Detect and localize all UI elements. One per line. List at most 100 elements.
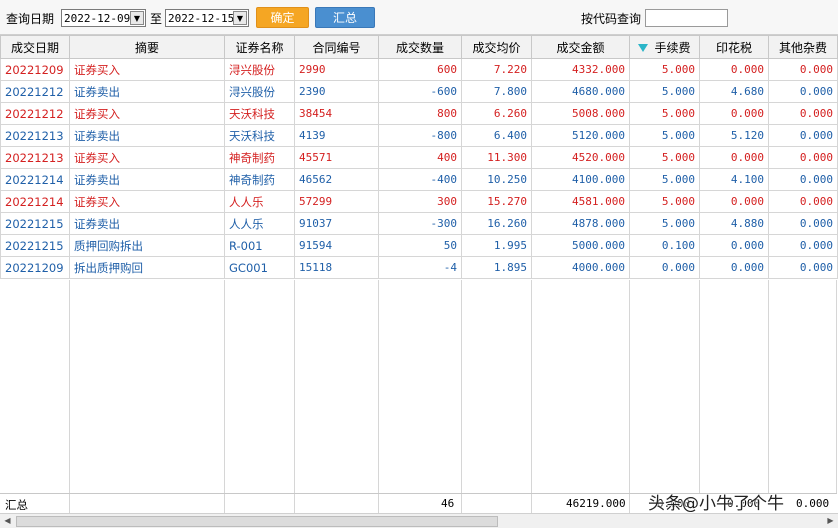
table-row[interactable]: 20221209 证券买入 浔兴股份 2990 600 7.220 4332.000 5.00… — [0, 58, 838, 81]
cell-security-name: 人人乐 — [224, 212, 295, 235]
cell-summary: 证券卖出 — [69, 212, 225, 235]
cell-summary: 质押回购拆出 — [69, 234, 225, 257]
cell-summary: 证券买入 — [69, 146, 225, 169]
scroll-left-icon[interactable]: ◀ — [1, 515, 14, 527]
col-header-summary[interactable]: 摘要 — [69, 35, 225, 59]
col-header-contract-no[interactable]: 合同编号 — [294, 35, 379, 59]
cell-fee: 5.000 — [629, 212, 700, 235]
cell-avg-price: 11.300 — [461, 146, 532, 169]
col-header-security-name[interactable]: 证券名称 — [224, 35, 295, 59]
cell-summary: 证券买入 — [69, 102, 225, 125]
cell-trade-date: 20221212 — [0, 80, 70, 103]
chevron-down-icon[interactable]: ▼ — [233, 11, 247, 25]
cell-stamp-tax: 4.680 — [699, 80, 769, 103]
cell-stamp-tax: 0.000 — [699, 234, 769, 257]
code-query-input[interactable] — [645, 9, 728, 27]
start-date-picker[interactable]: 2022-12-09 ▼ — [61, 9, 146, 27]
watermark-text: 头条@小牛了个牛 — [648, 494, 784, 514]
cell-quantity: 800 — [378, 102, 462, 125]
table-row[interactable]: 20221213 证券买入 神奇制药 45571 400 11.300 4520.000 5.… — [0, 146, 838, 169]
table-row[interactable]: 20221213 证券卖出 天沃科技 4139 -800 6.400 5120.000 5.0… — [0, 124, 838, 147]
table-header-row: 成交日期 摘要 证券名称 合同编号 成交数量 成交均价 成交金额 手续费 印花税… — [0, 35, 838, 59]
cell-summary: 拆出质押购回 — [69, 256, 225, 279]
confirm-button[interactable]: 确定 — [256, 7, 309, 28]
summary-amount: 46219.000 — [566, 497, 626, 510]
cell-quantity: 400 — [378, 146, 462, 169]
cell-trade-date: 20221209 — [0, 58, 70, 81]
cell-fee: 5.000 — [629, 168, 700, 191]
col-header-stamp-tax[interactable]: 印花税 — [699, 35, 769, 59]
cell-stamp-tax: 4.880 — [699, 212, 769, 235]
cell-fee: 5.000 — [629, 124, 700, 147]
col-header-fee[interactable]: 手续费 — [629, 35, 700, 59]
cell-contract-no: 91594 — [294, 234, 379, 257]
cell-security-name: 浔兴股份 — [224, 80, 295, 103]
cell-quantity: 50 — [378, 234, 462, 257]
cell-quantity: -600 — [378, 80, 462, 103]
table-row[interactable]: 20221214 证券买入 人人乐 57299 300 15.270 4581.000 5.0… — [0, 190, 838, 213]
cell-security-name: 浔兴股份 — [224, 58, 295, 81]
col-header-quantity[interactable]: 成交数量 — [378, 35, 462, 59]
cell-security-name: R-001 — [224, 234, 295, 257]
cell-trade-date: 20221214 — [0, 168, 70, 191]
cell-contract-no: 46562 — [294, 168, 379, 191]
cell-amount: 4332.000 — [531, 58, 630, 81]
scrollbar-thumb[interactable] — [16, 516, 498, 527]
cell-stamp-tax: 0.000 — [699, 102, 769, 125]
cell-security-name: 神奇制药 — [224, 146, 295, 169]
cell-stamp-tax: 5.120 — [699, 124, 769, 147]
cell-quantity: -400 — [378, 168, 462, 191]
cell-avg-price: 1.895 — [461, 256, 532, 279]
summary-button[interactable]: 汇总 — [315, 7, 375, 28]
table-row[interactable]: 20221212 证券卖出 浔兴股份 2390 -600 7.800 4680.000 5.0… — [0, 80, 838, 103]
table-row[interactable]: 20221215 证券卖出 人人乐 91037 -300 16.260 4878.000 5.… — [0, 212, 838, 235]
cell-summary: 证券卖出 — [69, 80, 225, 103]
query-toolbar: 查询日期 2022-12-09 ▼ 至 2022-12-15 ▼ 确定 汇总 按… — [0, 0, 838, 35]
col-header-other-fees[interactable]: 其他杂费 — [768, 35, 838, 59]
cell-other-fees: 0.000 — [768, 212, 838, 235]
cell-avg-price: 15.270 — [461, 190, 532, 213]
cell-trade-date: 20221215 — [0, 212, 70, 235]
cell-other-fees: 0.000 — [768, 124, 838, 147]
cell-fee: 5.000 — [629, 146, 700, 169]
end-date-picker[interactable]: 2022-12-15 ▼ — [165, 9, 249, 27]
cell-summary: 证券买入 — [69, 190, 225, 213]
cell-summary: 证券买入 — [69, 58, 225, 81]
scroll-right-icon[interactable]: ▶ — [824, 515, 837, 527]
grid-empty-area — [0, 280, 837, 493]
cell-amount: 5008.000 — [531, 102, 630, 125]
cell-amount: 4100.000 — [531, 168, 630, 191]
cell-other-fees: 0.000 — [768, 168, 838, 191]
cell-avg-price: 16.260 — [461, 212, 532, 235]
table-row[interactable]: 20221212 证券买入 天沃科技 38454 800 6.260 5008.000 5.0… — [0, 102, 838, 125]
table-row[interactable]: 20221215 质押回购拆出 R-001 91594 50 1.995 5000.000 0… — [0, 234, 838, 257]
cell-amount: 4680.000 — [531, 80, 630, 103]
summary-other-fees: 0.000 — [796, 497, 830, 510]
cell-avg-price: 1.995 — [461, 234, 532, 257]
cell-contract-no: 91037 — [294, 212, 379, 235]
cell-security-name: 神奇制药 — [224, 168, 295, 191]
cell-avg-price: 10.250 — [461, 168, 532, 191]
cell-quantity: 600 — [378, 58, 462, 81]
cell-amount: 4878.000 — [531, 212, 630, 235]
cell-summary: 证券卖出 — [69, 124, 225, 147]
cell-trade-date: 20221212 — [0, 102, 70, 125]
col-header-avg-price[interactable]: 成交均价 — [461, 35, 532, 59]
chevron-down-icon[interactable]: ▼ — [130, 11, 144, 25]
table-row[interactable]: 20221209 拆出质押购回 GC001 15118 -4 1.895 4000.000 0… — [0, 256, 838, 279]
table-row[interactable]: 20221214 证券卖出 神奇制药 46562 -400 10.250 4100.000 5… — [0, 168, 838, 191]
col-header-amount[interactable]: 成交金额 — [531, 35, 630, 59]
cell-trade-date: 20221215 — [0, 234, 70, 257]
horizontal-scrollbar[interactable]: ◀ ▶ — [0, 513, 838, 528]
cell-quantity: -800 — [378, 124, 462, 147]
cell-trade-date: 20221214 — [0, 190, 70, 213]
cell-contract-no: 2990 — [294, 58, 379, 81]
summary-row-label: 汇总 — [5, 498, 28, 512]
col-header-trade-date[interactable]: 成交日期 — [0, 35, 70, 59]
cell-stamp-tax: 0.000 — [699, 58, 769, 81]
date-range-separator: 至 — [150, 12, 163, 26]
cell-contract-no: 4139 — [294, 124, 379, 147]
start-date-value: 2022-12-09 — [64, 12, 131, 25]
cell-amount: 4000.000 — [531, 256, 630, 279]
col-header-fee-label: 手续费 — [654, 40, 691, 55]
